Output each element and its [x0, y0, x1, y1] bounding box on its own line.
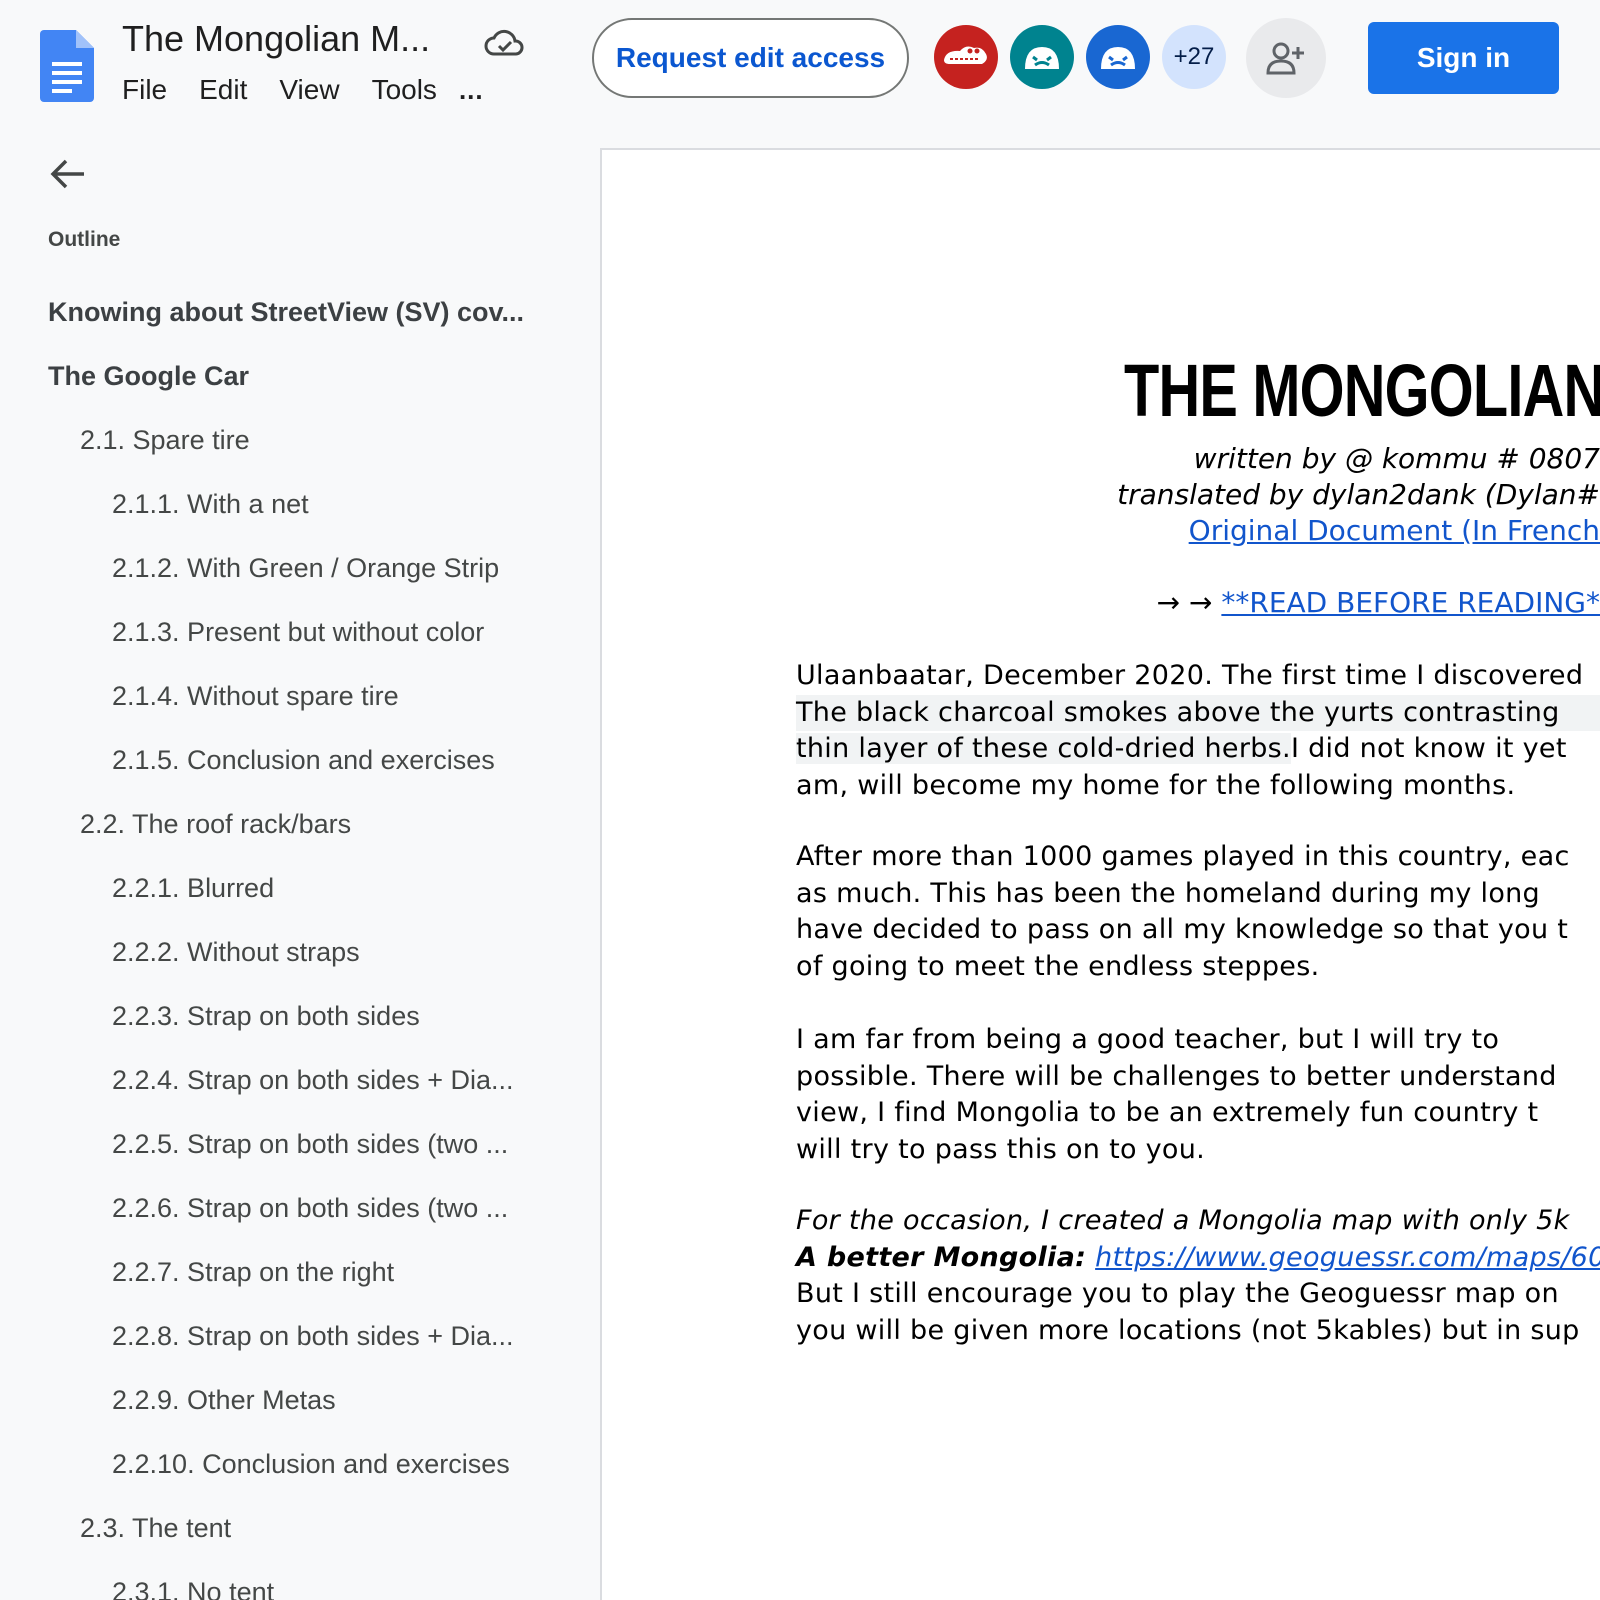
paragraph-games: After more than 1000 games played in thi…: [796, 839, 1600, 985]
more-viewers-badge[interactable]: +27: [1162, 25, 1226, 89]
menu-edit[interactable]: Edit: [199, 74, 247, 106]
cloud-saved-icon[interactable]: [484, 26, 526, 62]
outline-item[interactable]: 2.2.10. Conclusion and exercises: [0, 1432, 600, 1496]
paragraph-line: After more than 1000 games played in thi…: [796, 841, 1570, 872]
outline-heading: Outline: [48, 228, 121, 251]
written-by-line: written by @ kommu # 0807: [1193, 442, 1600, 475]
paragraph-line: have decided to pass on all my knowledge…: [796, 914, 1569, 945]
outline-item[interactable]: 2.3.1. No tent: [0, 1560, 600, 1600]
document-page: THE MONGOLIAN ME written by @ kommu # 08…: [600, 148, 1600, 1600]
highlighted-text: thin layer of these cold-dried herbs.: [796, 733, 1291, 764]
outline-item[interactable]: 2.1. Spare tire: [0, 408, 600, 472]
sign-in-button[interactable]: Sign in: [1368, 22, 1559, 94]
request-edit-access-button[interactable]: Request edit access: [592, 18, 909, 98]
paragraph-teacher: I am far from being a good teacher, but …: [796, 1022, 1600, 1168]
paragraph-line: as much. This has been the homeland duri…: [796, 877, 1540, 909]
geoguessr-map-link[interactable]: https://www.geoguessr.com/maps/60: [1095, 1242, 1600, 1273]
top-bar: The Mongolian M... File Edit View Tools …: [0, 0, 1600, 132]
paragraph-line: will try to pass this on to you.: [796, 1133, 1206, 1165]
read-before-line: → → **READ BEFORE READING*: [1157, 586, 1600, 619]
paragraph-line: possible. There will be challenges to be…: [796, 1060, 1557, 1092]
paragraph-line: I am far from being a good teacher, but …: [796, 1024, 1500, 1055]
outline-item[interactable]: 2.2.8. Strap on both sides + Dia...: [0, 1304, 600, 1368]
avatar-anonymous-2[interactable]: [1086, 25, 1150, 89]
outline-item[interactable]: 2.2.5. Strap on both sides (two ...: [0, 1112, 600, 1176]
outline-item[interactable]: 2.2.7. Strap on the right: [0, 1240, 600, 1304]
paragraph-line: Ulaanbaatar, December 2020. The first ti…: [796, 660, 1584, 691]
share-button[interactable]: [1246, 18, 1326, 98]
paragraph-line: of going to meet the endless steppes.: [796, 950, 1320, 982]
outline-item[interactable]: 2.2.3. Strap on both sides: [0, 984, 600, 1048]
add-person-icon: [1266, 42, 1304, 75]
original-document-link-line: Original Document (In French: [1189, 514, 1600, 547]
paragraph-text: I did not know it yet: [1290, 733, 1567, 764]
document-title[interactable]: The Mongolian M...: [122, 18, 430, 60]
outline-item[interactable]: 2.2.4. Strap on both sides + Dia...: [0, 1048, 600, 1112]
outline-list: Knowing about StreetView (SV) cov... The …: [0, 280, 600, 1600]
outline-sidebar: Outline Knowing about StreetView (SV) co…: [0, 132, 600, 1600]
paragraph-line: view, I find Mongolia to be an extremely…: [796, 1097, 1539, 1128]
translated-by-line: translated by dylan2dank (Dylan#: [1117, 478, 1600, 511]
outline-item[interactable]: 2.1.5. Conclusion and exercises: [0, 728, 600, 792]
menu-view[interactable]: View: [279, 74, 339, 106]
menu-bar: File Edit View Tools ...: [122, 74, 484, 106]
outline-item[interactable]: 2.2.2. Without straps: [0, 920, 600, 984]
more-menu-button[interactable]: ...: [459, 75, 484, 106]
anonymous-animal-icon: [1025, 47, 1059, 69]
read-before-reading-link[interactable]: **READ BEFORE READING*: [1221, 586, 1600, 619]
paragraph-line: But I still encourage you to play the Ge…: [796, 1278, 1559, 1309]
original-document-link[interactable]: Original Document (In French: [1189, 514, 1600, 547]
outline-item[interactable]: 2.2. The roof rack/bars: [0, 792, 600, 856]
outline-item[interactable]: 2.2.1. Blurred: [0, 856, 600, 920]
outline-item[interactable]: 2.1.1. With a net: [0, 472, 600, 536]
outline-item[interactable]: 2.2.6. Strap on both sides (two ...: [0, 1176, 600, 1240]
outline-item[interactable]: 2.1.3. Present but without color: [0, 600, 600, 664]
paragraph-line: am, will become my home for the followin…: [796, 769, 1516, 801]
outline-item[interactable]: 2.3. The tent: [0, 1496, 600, 1560]
paragraph-line: A better Mongolia: https://www.geoguessr…: [796, 1240, 1600, 1277]
outline-item[interactable]: 2.2.9. Other Metas: [0, 1368, 600, 1432]
outline-item[interactable]: 2.1.2. With Green / Orange Strip: [0, 536, 600, 600]
paragraph-intro: Ulaanbaatar, December 2020. The first ti…: [796, 658, 1600, 804]
back-arrow-icon[interactable]: [48, 154, 88, 194]
paragraph-line: For the occasion, I created a Mongolia m…: [796, 1205, 1570, 1236]
menu-file[interactable]: File: [122, 74, 167, 106]
outline-item[interactable]: 2.1.4. Without spare tire: [0, 664, 600, 728]
paragraph-line: you will be given more locations (not 5k…: [796, 1314, 1580, 1346]
avatar-anonymous-1[interactable]: [1010, 25, 1074, 89]
outline-item[interactable]: The Google Car: [0, 344, 600, 408]
bold-label: A better Mongolia:: [796, 1241, 1087, 1273]
paragraph-line: The black charcoal smokes above the yurt…: [796, 694, 1600, 731]
menu-tools[interactable]: Tools: [372, 74, 437, 106]
outline-item[interactable]: Knowing about StreetView (SV) cov...: [0, 280, 600, 344]
crocodile-icon: [944, 46, 987, 64]
avatar-crocodile[interactable]: [934, 25, 998, 89]
document-heading: THE MONGOLIAN ME: [1124, 349, 1600, 432]
anonymous-animal-icon: [1101, 47, 1135, 69]
arrows-text: → →: [1156, 586, 1213, 619]
paragraph-line: thin layer of these cold-dried herbs.I d…: [796, 731, 1600, 768]
docs-logo-icon[interactable]: [40, 30, 94, 102]
paragraph-map: For the occasion, I created a Mongolia m…: [796, 1203, 1600, 1349]
